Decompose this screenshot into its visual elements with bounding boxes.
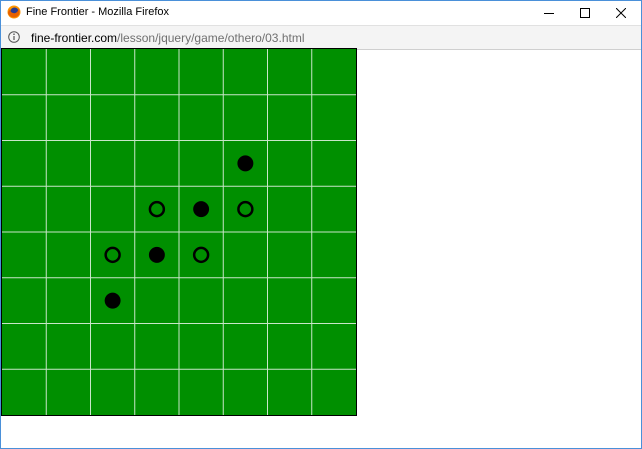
board-cell[interactable] [2,369,46,415]
board-cell[interactable] [46,186,90,232]
minimize-button[interactable] [531,1,567,25]
board-cell[interactable] [135,278,179,324]
url-domain: fine-frontier.com [31,31,118,45]
board-cell[interactable] [91,95,135,141]
board-cell[interactable] [46,141,90,187]
board-cell[interactable] [46,95,90,141]
board-cell[interactable] [268,95,312,141]
board-cell[interactable] [91,186,135,232]
board-cell[interactable] [268,49,312,95]
board-cell[interactable] [2,49,46,95]
board-cell[interactable] [91,49,135,95]
black-stone [237,155,254,172]
board-cell[interactable] [135,95,179,141]
board-cell[interactable] [223,95,267,141]
board-cell[interactable] [312,95,356,141]
browser-window: Fine Frontier - Mozilla Firefox fine-fro… [0,0,642,449]
board-cell[interactable] [312,49,356,95]
board-cell[interactable] [135,49,179,95]
board-cell[interactable] [91,324,135,370]
board-cell[interactable] [312,141,356,187]
board-cell[interactable] [223,49,267,95]
info-icon[interactable] [8,31,20,43]
board-cell[interactable] [179,232,223,278]
url-path: /lesson/jquery/game/othero/03.html [117,31,305,45]
board-cell[interactable] [2,232,46,278]
board-cell[interactable] [312,278,356,324]
board-cell[interactable] [135,141,179,187]
board-cell[interactable] [135,324,179,370]
board-cell[interactable] [179,95,223,141]
board-cell[interactable] [46,232,90,278]
board-cell[interactable] [179,324,223,370]
board-cell[interactable] [2,278,46,324]
black-stone [104,292,121,309]
othello-board[interactable] [1,48,357,416]
board-cell[interactable] [268,369,312,415]
board-cell[interactable] [223,369,267,415]
board-cell[interactable] [312,369,356,415]
board-cell[interactable] [312,324,356,370]
board-cell[interactable] [179,49,223,95]
address-bar[interactable]: fine-frontier.com/lesson/jquery/game/oth… [1,25,641,50]
board-cell[interactable] [223,232,267,278]
board-cell[interactable] [179,369,223,415]
board-cell[interactable] [312,186,356,232]
minimize-icon [544,13,554,14]
board-cell[interactable] [268,278,312,324]
black-stone [193,201,210,218]
board-cell[interactable] [91,141,135,187]
board-cell[interactable] [2,141,46,187]
board-cell[interactable] [46,324,90,370]
board-cell[interactable] [268,324,312,370]
board-cell[interactable] [91,232,135,278]
board-cell[interactable] [2,95,46,141]
url-text[interactable]: fine-frontier.com/lesson/jquery/game/oth… [31,31,304,45]
board-cell[interactable] [268,232,312,278]
board-cell[interactable] [179,278,223,324]
board-cell[interactable] [312,232,356,278]
black-stone [148,246,165,263]
board-cell[interactable] [46,49,90,95]
maximize-button[interactable] [567,1,603,25]
close-icon [616,8,626,18]
maximize-icon [580,8,590,18]
board-cell[interactable] [2,186,46,232]
title-bar: Fine Frontier - Mozilla Firefox [1,1,641,25]
firefox-icon [7,5,21,19]
board-cell[interactable] [135,369,179,415]
board-cell[interactable] [223,278,267,324]
board-cell[interactable] [179,141,223,187]
board-cell[interactable] [223,186,267,232]
close-button[interactable] [603,1,639,25]
window-title: Fine Frontier - Mozilla Firefox [26,6,170,18]
board-cell[interactable] [135,186,179,232]
board-grid[interactable] [2,49,356,415]
board-cell[interactable] [91,369,135,415]
board-cell[interactable] [46,278,90,324]
board-cell[interactable] [46,369,90,415]
board-cell[interactable] [223,324,267,370]
board-cell[interactable] [268,186,312,232]
board-cell[interactable] [268,141,312,187]
board-cell[interactable] [2,324,46,370]
